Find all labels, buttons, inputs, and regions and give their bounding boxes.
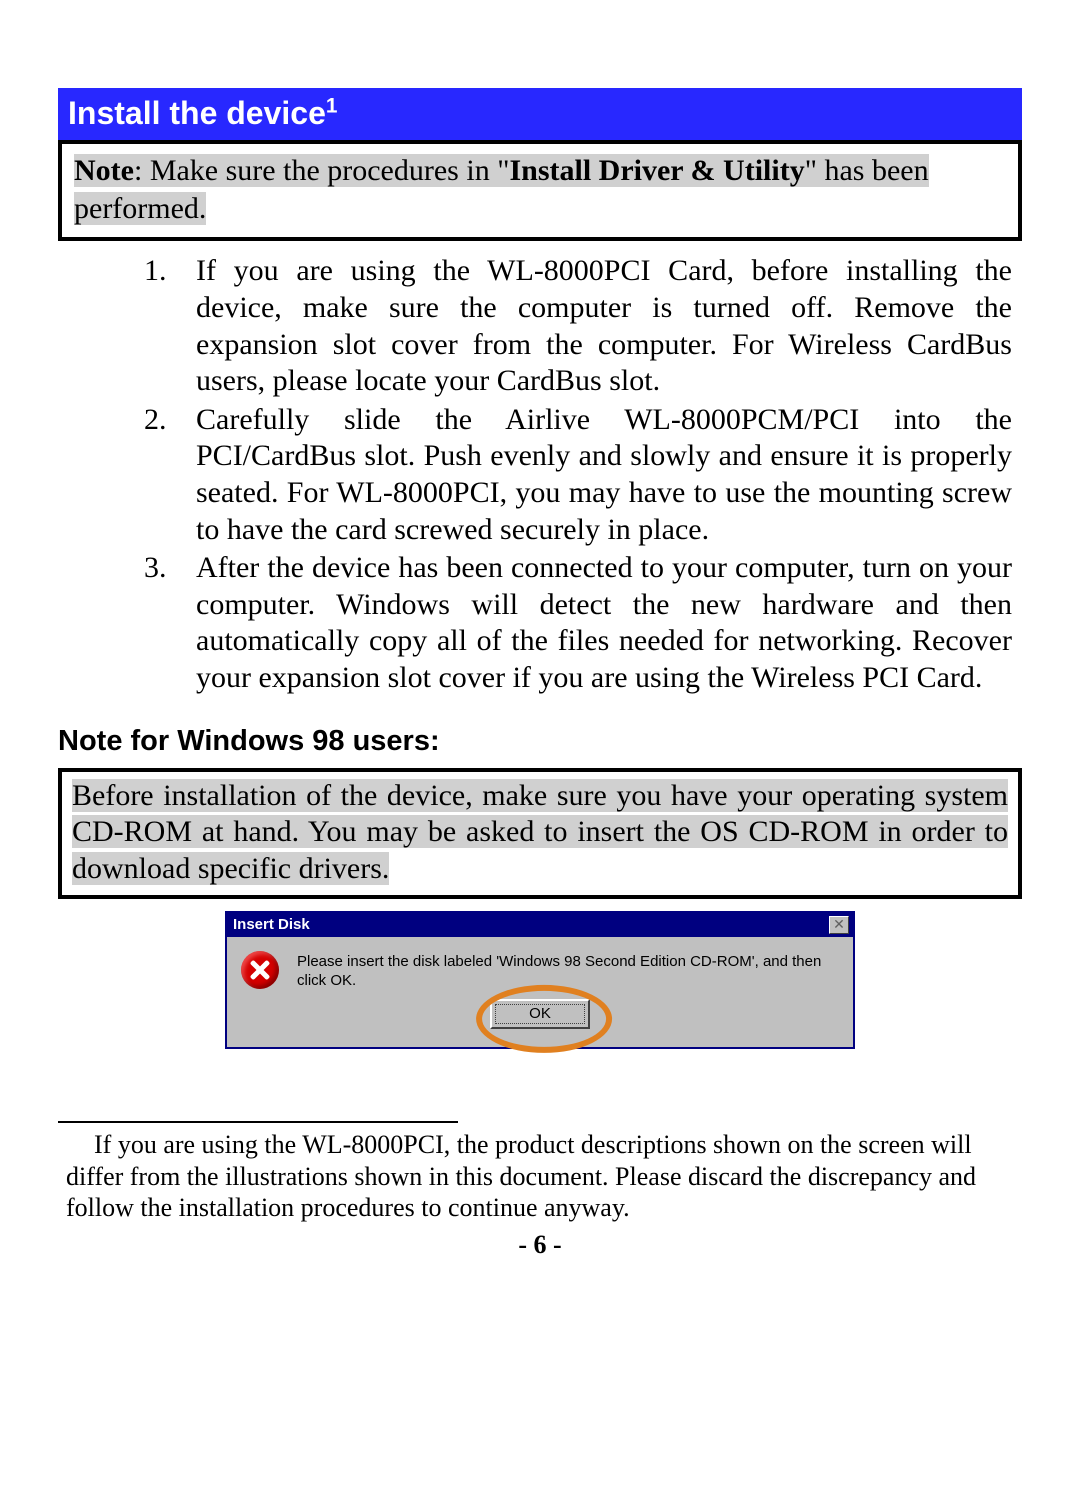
dialog-title: Insert Disk [233,916,310,933]
note-box-2: Before installation of the device, make … [58,768,1022,900]
note-text-1: : Make sure the procedures in " [134,154,509,187]
close-icon[interactable]: ✕ [829,916,849,934]
note-bold-hl: Install Driver & Utility [509,154,804,187]
section-title: Install the device [68,95,326,131]
insert-disk-dialog: Insert Disk ✕ Please insert the disk lab… [225,911,855,1049]
dialog-message: Please insert the disk labeled 'Windows … [297,951,839,991]
ok-button[interactable]: OK [490,999,590,1029]
error-icon [241,951,279,989]
step-item: If you are using the WL-8000PCI Card, be… [88,253,1012,399]
step-item: Carefully slide the Airlive WL-8000PCM/P… [88,402,1012,548]
dialog-titlebar: Insert Disk ✕ [227,913,853,937]
footnote: If you are using the WL-8000PCI, the pro… [58,1129,1022,1224]
page-number: - 6 - [58,1230,1022,1260]
note-prefix: Note [74,154,134,187]
footnote-rule [58,1121,458,1123]
step-item: After the device has been connected to y… [88,550,1012,696]
note-line-2: performed. [74,192,206,225]
steps-list: If you are using the WL-8000PCI Card, be… [58,253,1022,696]
note-box-1: Note: Make sure the procedures in "Insta… [58,140,1022,241]
note2-text: Before installation of the device, make … [72,779,1008,885]
subheading-win98: Note for Windows 98 users: [58,725,1022,758]
note-text-2: " has been [805,154,929,187]
section-title-sup: 1 [326,94,338,117]
section-header: Install the device1 [58,88,1022,140]
